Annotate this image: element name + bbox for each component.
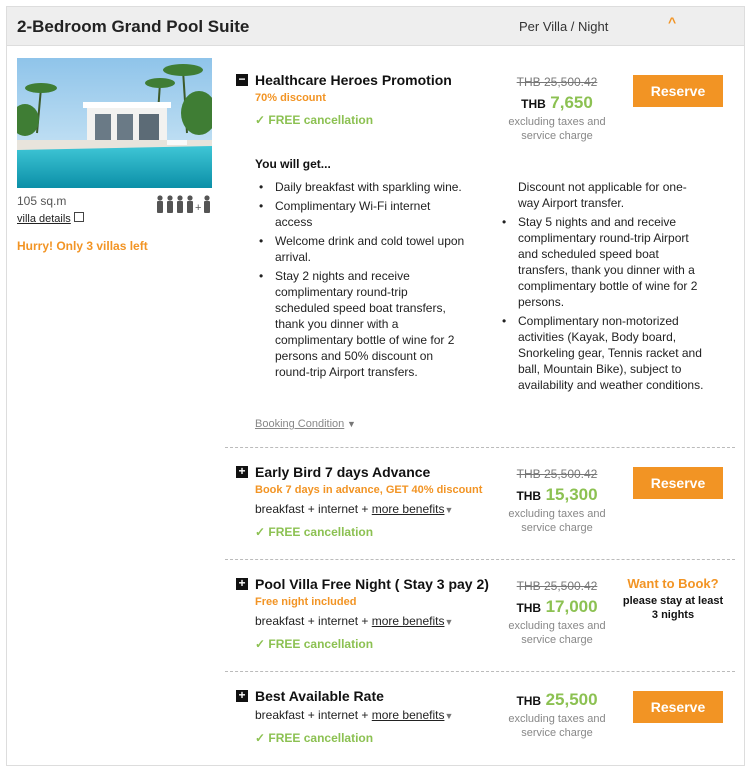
list-item: • Complimentary Wi-Fi internet access bbox=[259, 199, 431, 229]
tax-note: excluding taxes and service charge bbox=[508, 116, 606, 142]
price-amount: 15,300 bbox=[545, 485, 598, 504]
tax-note: excluding taxes and service charge bbox=[508, 620, 606, 646]
more-benefits-link[interactable]: more benefits bbox=[372, 708, 445, 722]
price: THB 25,500 bbox=[497, 690, 617, 710]
benefits-summary: breakfast + internet + more benefits▼ bbox=[255, 708, 454, 722]
chevron-down-icon[interactable]: ▼ bbox=[444, 617, 453, 627]
expand-toggle[interactable]: + bbox=[236, 689, 248, 702]
rate-name: Early Bird 7 days Advance bbox=[255, 464, 431, 480]
rate-divider bbox=[225, 559, 735, 560]
price-amount: 7,650 bbox=[550, 93, 593, 112]
more-benefits-link[interactable]: more benefits bbox=[372, 614, 445, 628]
collapse-toggle[interactable]: − bbox=[236, 73, 248, 86]
rate-name: Healthcare Heroes Promotion bbox=[255, 72, 452, 88]
room-size: 105 sq.m bbox=[17, 194, 67, 208]
benefits-summary: breakfast + internet + more benefits▼ bbox=[255, 614, 454, 628]
free-cancellation: ✓ FREE cancellation bbox=[255, 525, 374, 539]
price-currency: THB bbox=[516, 694, 542, 708]
rate-name: Pool Villa Free Night ( Stay 3 pay 2) bbox=[255, 576, 489, 592]
rate-name: Best Available Rate bbox=[255, 688, 384, 704]
list-item: • Daily breakfast with sparkling wine. bbox=[259, 180, 462, 194]
original-price: THB 25,500.42 bbox=[516, 75, 598, 89]
original-price: THB 25,500.42 bbox=[516, 579, 598, 593]
villa-details-link[interactable]: villa details bbox=[17, 212, 84, 225]
expand-toggle[interactable]: + bbox=[236, 465, 248, 478]
more-benefits-link[interactable]: more benefits bbox=[372, 502, 445, 516]
chevron-down-icon[interactable]: ▼ bbox=[444, 505, 453, 515]
free-cancellation: ✓ FREE cancellation bbox=[255, 637, 374, 651]
free-cancellation: ✓ FREE cancellation bbox=[255, 731, 374, 745]
rate-divider bbox=[225, 671, 735, 672]
benefits-heading: You will get... bbox=[255, 157, 331, 171]
room-header[interactable]: 2-Bedroom Grand Pool Suite Per Villa / N… bbox=[6, 6, 745, 46]
external-window-icon bbox=[73, 212, 84, 222]
discounted-price: THB 15,300 bbox=[497, 485, 617, 505]
chevron-down-icon[interactable]: ▼ bbox=[347, 419, 356, 429]
occupancy-icons: + bbox=[155, 195, 213, 218]
price-currency: THB bbox=[516, 601, 542, 615]
reserve-button[interactable]: Reserve bbox=[633, 467, 723, 499]
svg-text:+: + bbox=[195, 202, 201, 213]
list-item: • Stay 5 nights and and receive complimen… bbox=[502, 215, 698, 309]
want-to-book-label: Want to Book? bbox=[627, 576, 719, 591]
list-item: • Complimentary non-motorized activities … bbox=[502, 314, 704, 392]
room-photo[interactable] bbox=[17, 58, 212, 188]
booking-condition-link[interactable]: Booking Condition bbox=[255, 418, 344, 430]
original-price: THB 25,500.42 bbox=[516, 467, 598, 481]
reserve-button[interactable]: Reserve bbox=[633, 691, 723, 723]
tax-note: excluding taxes and service charge bbox=[508, 713, 606, 739]
list-item: • Stay 2 nights and receive complimentary… bbox=[259, 269, 455, 379]
benefits-list-right: • Stay 5 nights and and receive complimen… bbox=[498, 214, 708, 396]
benefits-summary: breakfast + internet + more benefits▼ bbox=[255, 502, 454, 516]
min-stay-note: please stay at least 3 nights bbox=[622, 595, 724, 621]
price-currency: THB bbox=[516, 489, 542, 503]
discount-note: Discount not applicable for one-way Airp… bbox=[518, 180, 687, 210]
price-unit-label: Per Villa / Night bbox=[519, 19, 609, 34]
rate-divider bbox=[225, 447, 735, 448]
availability-note: Hurry! Only 3 villas left bbox=[17, 239, 148, 253]
rate-subtitle: Book 7 days in advance, GET 40% discount bbox=[255, 484, 483, 496]
rate-subtitle: Free night included bbox=[255, 596, 357, 608]
price-amount: 25,500 bbox=[545, 690, 598, 709]
room-title: 2-Bedroom Grand Pool Suite bbox=[17, 17, 250, 36]
discounted-price: THB 7,650 bbox=[497, 93, 617, 113]
price-currency: THB bbox=[521, 97, 546, 111]
chevron-down-icon[interactable]: ▼ bbox=[444, 711, 453, 721]
tax-note: excluding taxes and service charge bbox=[508, 508, 606, 534]
villa-details-label: villa details bbox=[17, 213, 71, 225]
list-item: • Welcome drink and cold towel upon arriv… bbox=[259, 234, 465, 264]
price-amount: 17,000 bbox=[545, 597, 598, 616]
chevron-up-icon[interactable]: ^ bbox=[668, 14, 676, 30]
reserve-button[interactable]: Reserve bbox=[633, 75, 723, 107]
expand-toggle[interactable]: + bbox=[236, 577, 248, 590]
discounted-price: THB 17,000 bbox=[497, 597, 617, 617]
free-cancellation: ✓ FREE cancellation bbox=[255, 113, 374, 127]
rate-subtitle: 70% discount bbox=[255, 92, 326, 104]
benefits-list-left: • Daily breakfast with sparkling wine. • C… bbox=[255, 179, 465, 383]
